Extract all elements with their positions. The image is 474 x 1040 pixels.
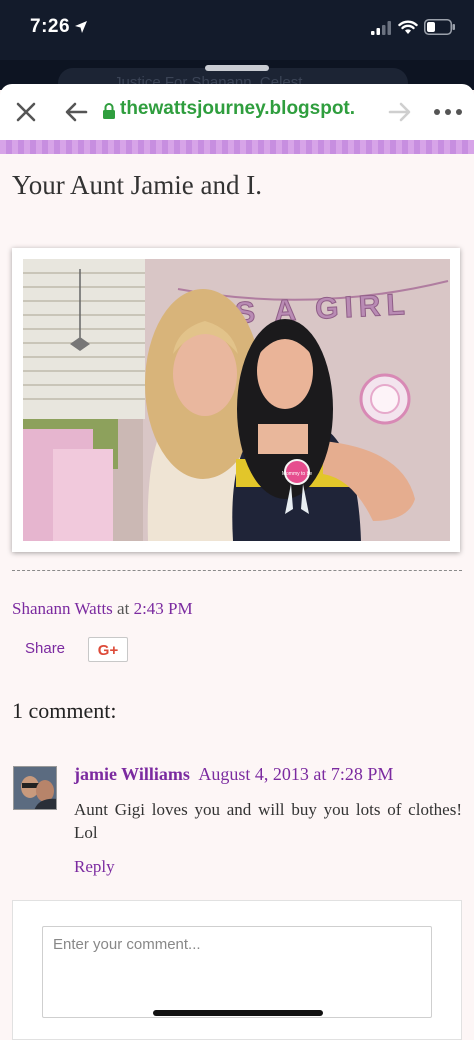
post-title: Your Aunt Jamie and I. xyxy=(12,170,263,200)
lock-icon xyxy=(103,103,115,119)
close-icon[interactable] xyxy=(12,98,40,126)
post-author-link[interactable]: Shanann Watts xyxy=(12,599,113,618)
avatar[interactable] xyxy=(13,766,57,810)
home-indicator[interactable] xyxy=(153,1010,323,1016)
address-bar-url[interactable]: thewattsjourney.blogspot. xyxy=(120,98,355,120)
forward-arrow-icon[interactable] xyxy=(386,98,414,126)
battery-icon xyxy=(424,19,455,35)
post-photo-frame[interactable]: IT'S A GIRL Mommy to be xyxy=(12,248,460,552)
photo-image: IT'S A GIRL Mommy to be xyxy=(23,259,450,541)
comments-heading: 1 comment: xyxy=(12,698,117,723)
google-plus-button[interactable]: G+ xyxy=(88,637,128,662)
comment-body: Aunt Gigi loves you and will buy you lot… xyxy=(74,800,462,842)
comment-header: jamie Williams August 4, 2013 at 7:28 PM xyxy=(74,764,393,785)
post-footer-divider xyxy=(12,570,462,571)
status-time: 7:26 xyxy=(30,16,71,37)
comment-form: Enter your comment... xyxy=(12,900,462,1040)
more-options-icon[interactable] xyxy=(432,100,464,124)
comment-author-link[interactable]: jamie Williams xyxy=(74,764,190,784)
back-arrow-icon[interactable] xyxy=(62,98,90,126)
badge-text: Mommy to be xyxy=(282,471,313,477)
post-photo[interactable]: IT'S A GIRL Mommy to be xyxy=(23,259,450,541)
avatar-image xyxy=(14,767,56,809)
status-bar: 7:26 xyxy=(0,0,474,60)
comment-input[interactable]: Enter your comment... xyxy=(42,926,432,1018)
post-time-link[interactable]: 2:43 PM xyxy=(134,599,193,618)
browser-toolbar: thewattsjourney.blogspot. xyxy=(0,84,474,142)
share-link[interactable]: Share xyxy=(25,640,65,657)
cellular-signal-icon xyxy=(371,21,391,35)
byline-at: at xyxy=(117,599,130,618)
wifi-icon xyxy=(398,20,418,34)
sheet-grabber[interactable] xyxy=(205,65,269,71)
location-arrow-icon xyxy=(75,21,87,33)
blog-header-band xyxy=(0,140,474,154)
reply-link[interactable]: Reply xyxy=(74,857,115,877)
comment-date-link[interactable]: August 4, 2013 at 7:28 PM xyxy=(198,764,393,784)
post-byline: Shanann Watts at 2:43 PM xyxy=(12,599,193,619)
